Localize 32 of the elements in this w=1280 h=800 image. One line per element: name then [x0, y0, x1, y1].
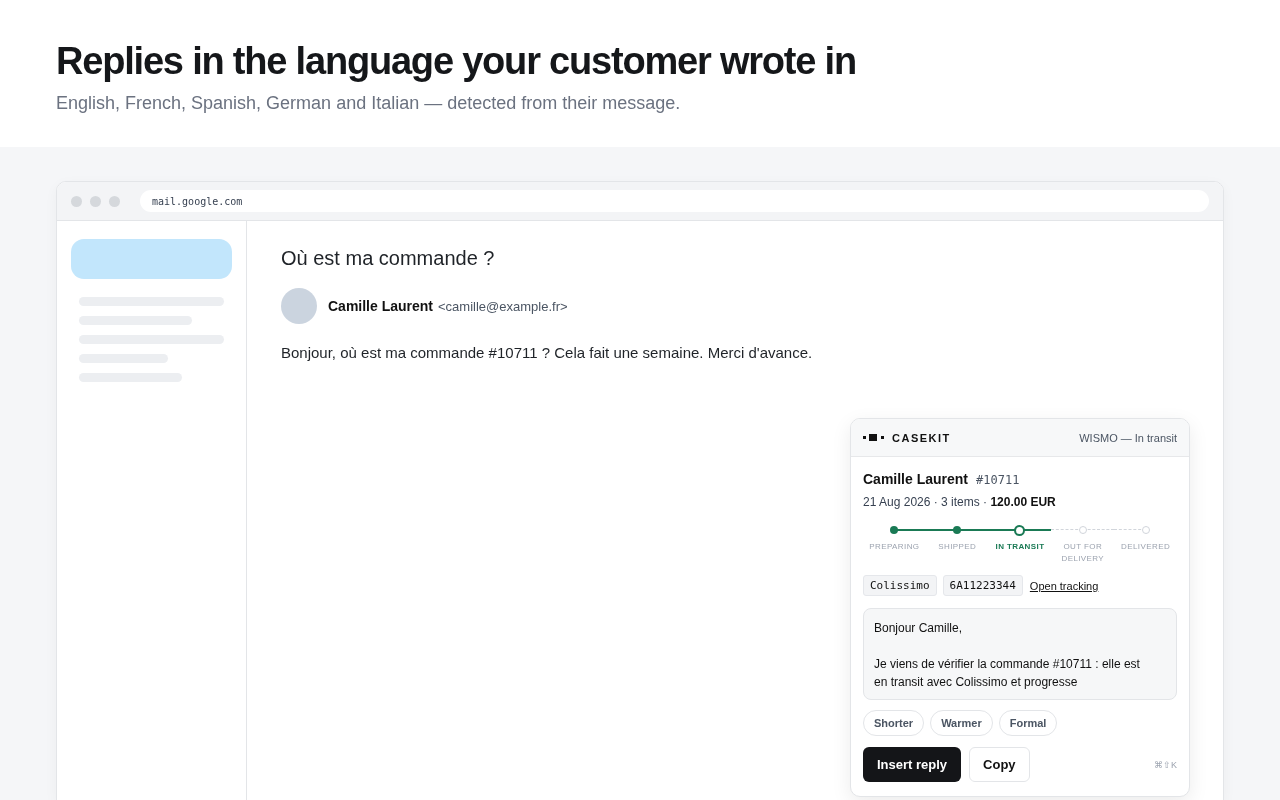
page-subtitle: English, French, Spanish, German and Italian — detected from their message.: [56, 93, 682, 114]
brand-logo-icon: [863, 434, 884, 441]
brand-name: CASEKIT: [892, 431, 951, 444]
customer-name: Camille Laurent: [863, 471, 969, 487]
reply-draft-field[interactable]: Bonjour Camille, Je viens de vérifier la commande #10711 : elle est en transit avec Colissimo et progresse: [863, 608, 1177, 700]
copy-button[interactable]: Copy: [969, 747, 1030, 782]
address-bar[interactable]: mail.google.com: [140, 190, 1209, 212]
tone-button[interactable]: Warmer: [930, 710, 993, 736]
tracking-number: 6A11223344: [942, 575, 1023, 596]
progress-step-label: PREPARING: [869, 541, 920, 553]
avatar: [281, 288, 317, 324]
tone-button[interactable]: Shorter: [863, 710, 925, 736]
tracking-link[interactable]: Open tracking: [1029, 579, 1099, 592]
window-control-icon[interactable]: [90, 195, 101, 207]
page-title: Replies in the language your customer wrote in: [56, 40, 857, 83]
sender-email: <camille@example.fr>: [438, 299, 568, 314]
progress-step-label: IN TRANSIT: [995, 541, 1045, 553]
sender-name: Camille Laurent: [328, 298, 434, 314]
case-status: WISMO — In transit: [1079, 431, 1177, 444]
email-subject: Où est ma commande ?: [281, 247, 496, 270]
progress-step-label: SHIPPED: [938, 541, 977, 553]
order-meta: 21 Aug 2026 · 3 items · 120.00 EUR: [863, 495, 1057, 509]
progress-step-label: DELIVERED: [1121, 541, 1171, 553]
insert-reply-button[interactable]: Insert reply: [863, 747, 962, 782]
carrier-tag: Colissimo: [863, 575, 937, 596]
keyboard-shortcut: ⌘⇧K: [1154, 759, 1177, 770]
tone-button[interactable]: Formal: [998, 710, 1058, 736]
order-number: #10711: [976, 473, 1020, 487]
window-control-icon[interactable]: [109, 195, 120, 207]
window-control-icon[interactable]: [71, 195, 82, 207]
progress-step-label: OUT FOR DELIVERY: [1060, 541, 1106, 565]
email-body: Bonjour, où est ma commande #10711 ? Cela fait une semaine. Merci d'avance.: [281, 344, 814, 361]
